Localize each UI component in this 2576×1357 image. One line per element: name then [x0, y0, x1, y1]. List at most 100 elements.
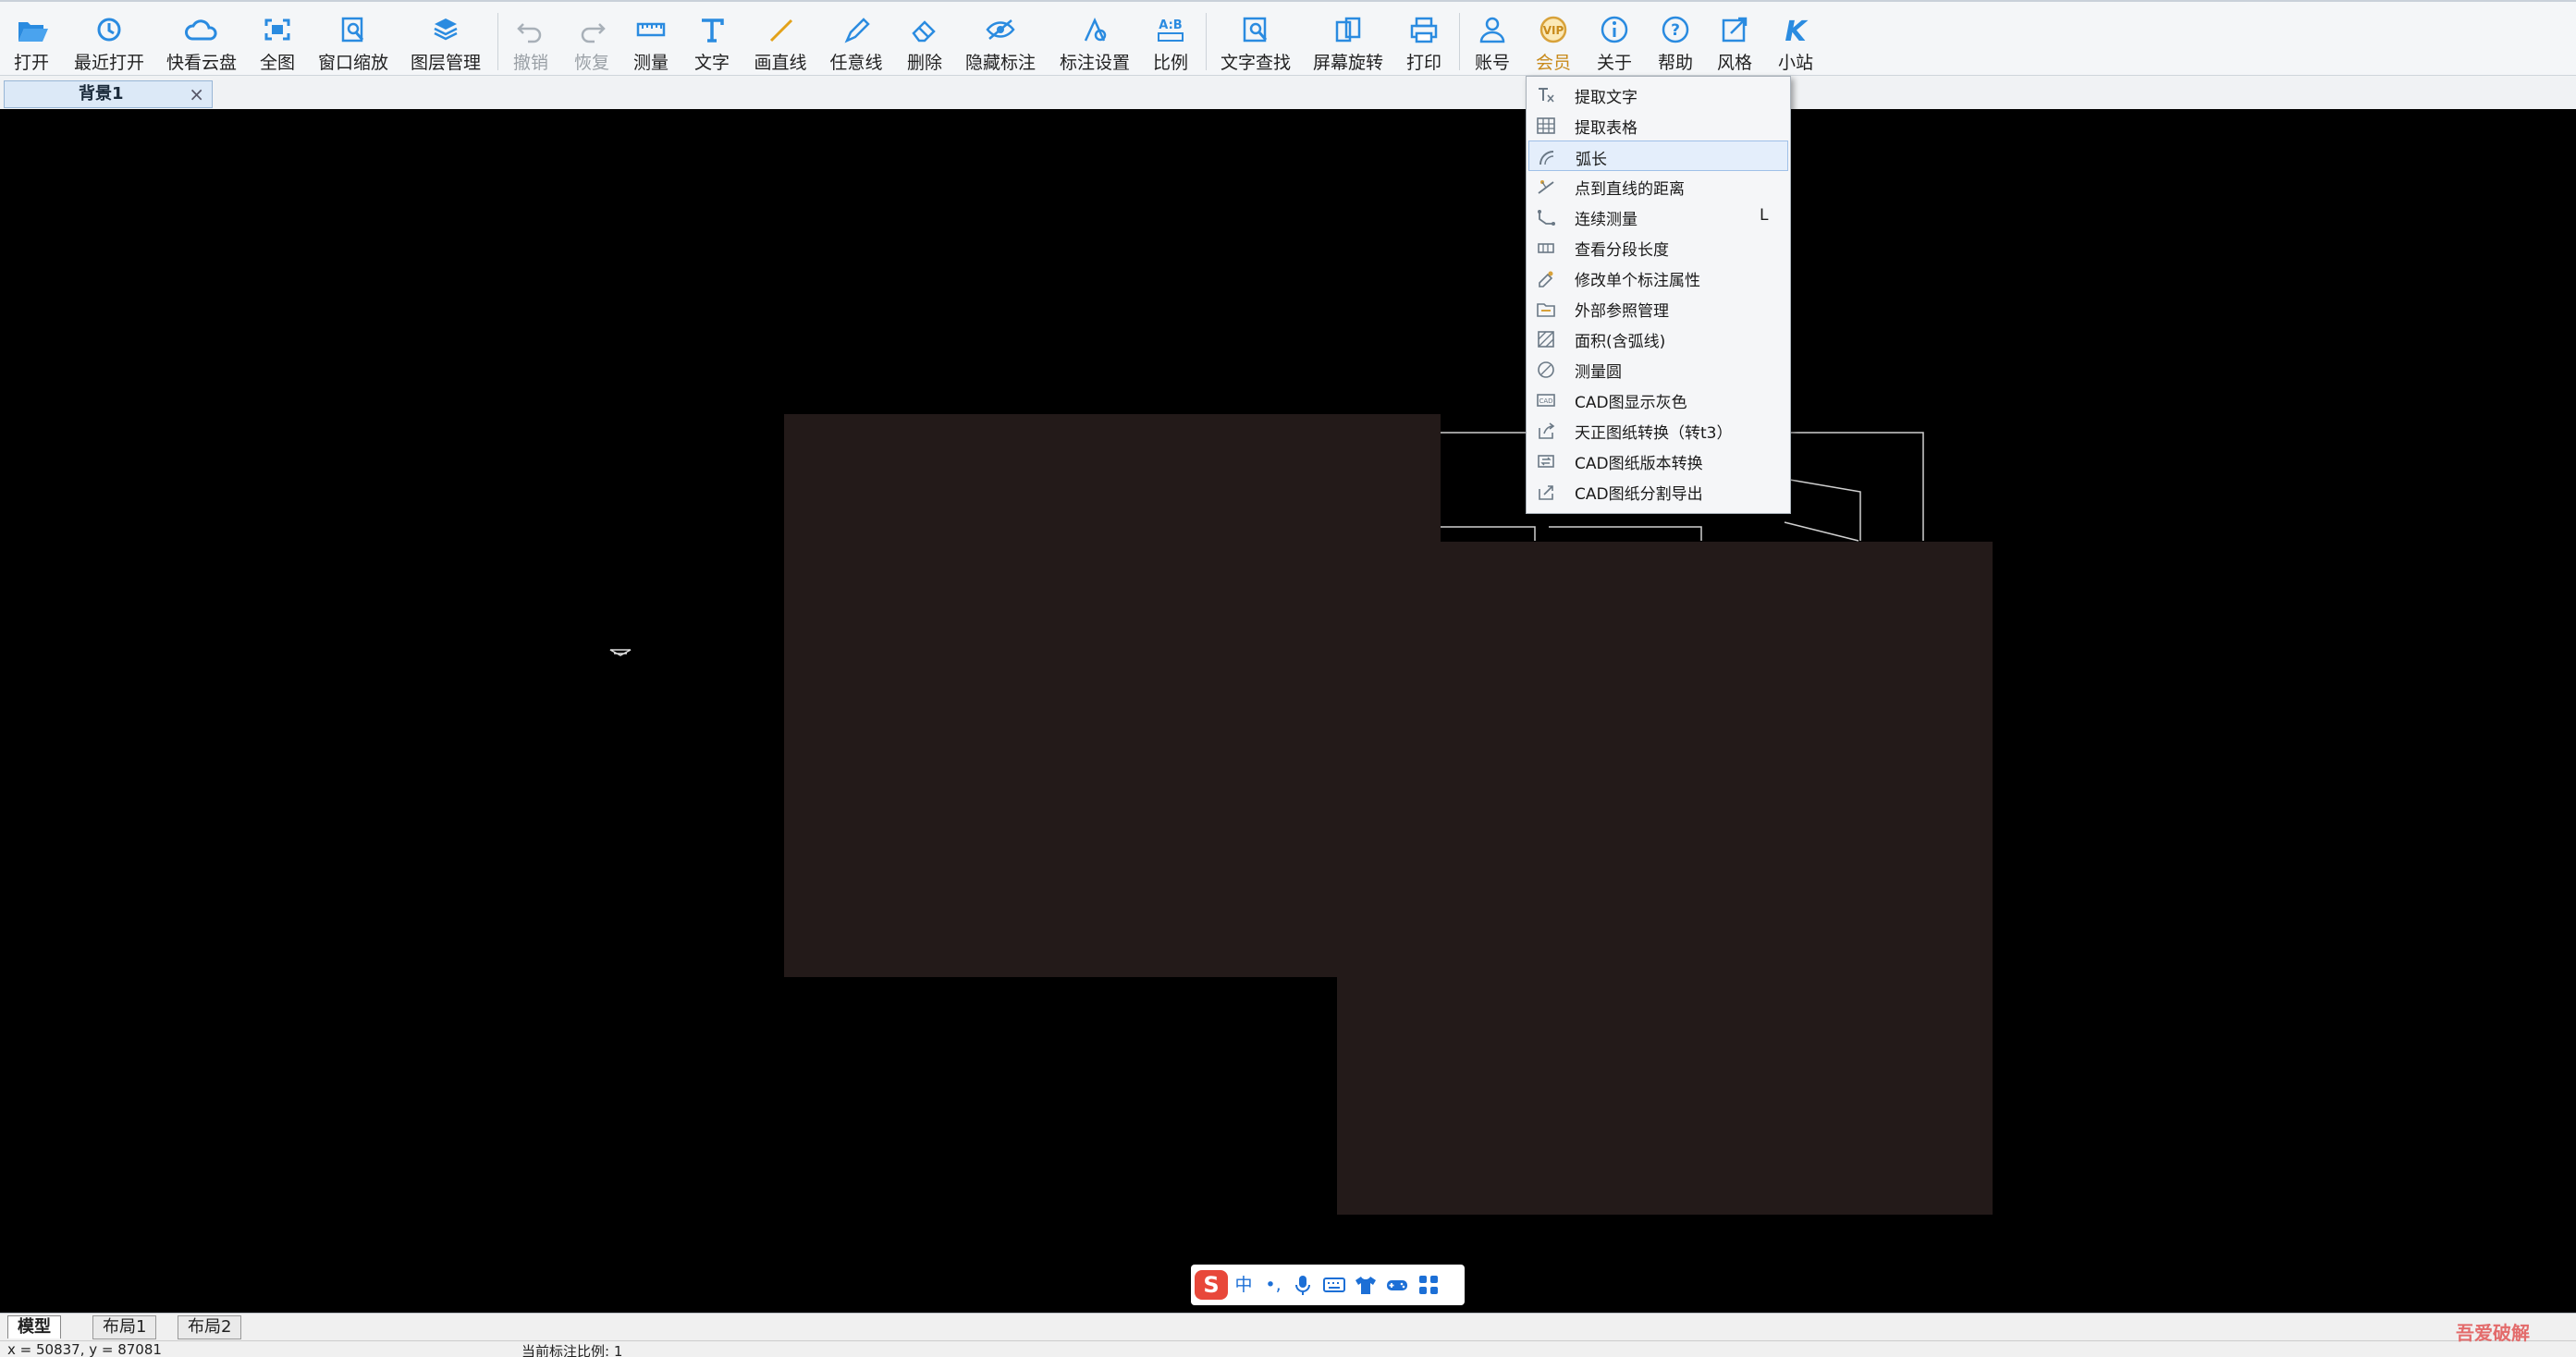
menu-item-arc-length[interactable]: 弧长	[1528, 141, 1788, 171]
eye-hidden-icon	[986, 19, 1015, 40]
eraser-icon	[912, 20, 936, 43]
text-search-button[interactable]: 文字查找	[1221, 11, 1291, 74]
menu-item-extract-table[interactable]: 提取表格	[1528, 110, 1788, 141]
menu-item-version-convert[interactable]: CAD图纸版本转换	[1528, 446, 1788, 476]
mini-site-button[interactable]: K 小站	[1775, 11, 1816, 74]
cloud-icon	[185, 19, 217, 41]
account-button[interactable]: 账号	[1472, 11, 1513, 74]
tab-layout-2[interactable]: 布局2	[178, 1315, 242, 1339]
table-icon	[1537, 117, 1555, 134]
help-icon: ?	[1662, 16, 1689, 43]
user-icon	[1479, 17, 1505, 43]
menu-item-extract-text[interactable]: 提取文字	[1528, 79, 1788, 110]
k-logo-icon: K	[1785, 16, 1809, 48]
recent-button[interactable]: 最近打开	[72, 11, 146, 74]
document-tab[interactable]: 背景1 ×	[4, 80, 213, 108]
cursor-marker-icon	[609, 649, 632, 656]
cloud-button[interactable]: 快看云盘	[165, 11, 239, 74]
window-zoom-button[interactable]: 窗口缩放	[318, 11, 388, 74]
drawing-view	[609, 414, 1993, 1215]
info-icon	[1601, 16, 1628, 43]
gamepad-icon[interactable]	[1385, 1273, 1409, 1297]
text-icon	[702, 18, 724, 43]
undo-button[interactable]: 撤销	[510, 11, 551, 74]
printer-icon	[1410, 17, 1438, 43]
style-button[interactable]: 风格	[1714, 11, 1755, 74]
mark-settings-button[interactable]: 标注设置	[1060, 11, 1130, 74]
document-tab-title: 背景1	[79, 84, 124, 104]
tab-model[interactable]: 模型	[7, 1315, 61, 1339]
about-button[interactable]: 关于	[1594, 11, 1635, 74]
menu-item-tangent-convert[interactable]: 天正图纸转换（转t3）	[1528, 415, 1788, 446]
grid-icon[interactable]	[1417, 1273, 1441, 1297]
area-hatch-icon	[1538, 331, 1554, 348]
keyboard-icon[interactable]	[1322, 1273, 1346, 1297]
undo-icon	[517, 23, 542, 43]
measure-button[interactable]: 测量	[631, 11, 671, 74]
svg-text:A:B: A:B	[1159, 18, 1182, 32]
toolbar-separator	[1206, 13, 1207, 70]
folder-icon	[1537, 303, 1555, 317]
mark-settings-icon	[1084, 17, 1107, 42]
menu-shortcut: L	[1760, 206, 1769, 225]
open-button[interactable]: 打开	[9, 11, 54, 74]
line-icon	[769, 18, 793, 43]
drawing-region-upper	[784, 414, 1441, 977]
history-icon	[97, 18, 121, 42]
external-link-icon	[1722, 17, 1748, 43]
print-button[interactable]: 打印	[1404, 11, 1444, 74]
scale-icon: A:B	[1158, 18, 1184, 42]
hide-marks-button[interactable]: 隐藏标注	[965, 11, 1036, 74]
convert-export-icon	[1539, 422, 1555, 439]
ime-toolbar: S 中 •,	[1191, 1265, 1465, 1305]
menu-item-measure-circle[interactable]: 测量圆	[1528, 354, 1788, 385]
menu-item-segment-length[interactable]: 查看分段长度	[1528, 232, 1788, 263]
document-tab-bar: 背景1 ×	[0, 76, 2576, 110]
tab-layout-1[interactable]: 布局1	[92, 1315, 157, 1339]
layout-tab-bar: 模型 布局1 布局2	[0, 1313, 2576, 1341]
sogou-logo-icon[interactable]: S	[1195, 1270, 1228, 1300]
fit-all-button[interactable]: 全图	[257, 11, 298, 74]
mic-icon[interactable]	[1291, 1273, 1315, 1297]
main-toolbar: 打开 最近打开 快看云盘 全图 窗口缩放 图层管理 撤销 恢复 测量 文字 画直…	[0, 0, 2576, 76]
draw-line-button[interactable]: 画直线	[753, 11, 808, 74]
watermark-logo: 吾爱破解	[2456, 1322, 2530, 1344]
drawing-canvas[interactable]	[0, 109, 2576, 1313]
extract-text-icon	[1539, 88, 1554, 103]
menu-item-gray-display[interactable]: CAD CAD图显示灰色	[1528, 385, 1788, 415]
polyline-icon	[1538, 210, 1555, 226]
redo-button[interactable]: 恢复	[571, 11, 612, 74]
vip-button[interactable]: VIP 会员	[1533, 11, 1574, 74]
tools-dropdown-menu: 提取文字 提取表格 弧长 点到直线的距离 连续测量 L 查看分段长度 修改单个标…	[1526, 76, 1791, 514]
pen-icon	[844, 18, 870, 43]
menu-item-edit-mark[interactable]: 修改单个标注属性	[1528, 263, 1788, 293]
layers-icon	[434, 18, 458, 41]
split-export-icon	[1539, 485, 1553, 500]
ruler-icon	[636, 22, 666, 37]
help-button[interactable]: ? 帮助	[1655, 11, 1696, 74]
ime-lang-toggle[interactable]: 中	[1232, 1273, 1256, 1297]
freehand-button[interactable]: 任意线	[828, 11, 884, 74]
shirt-icon[interactable]	[1354, 1273, 1378, 1297]
layers-button[interactable]: 图层管理	[409, 11, 483, 74]
drawing-region-right	[1440, 542, 1993, 977]
arc-icon	[1539, 151, 1554, 165]
menu-item-xref[interactable]: 外部参照管理	[1528, 293, 1788, 324]
close-icon[interactable]: ×	[189, 81, 204, 107]
scale-button[interactable]: A:B 比例	[1150, 11, 1191, 74]
ime-punct-toggle[interactable]: •,	[1261, 1273, 1285, 1297]
folder-open-icon	[18, 22, 48, 42]
text-button[interactable]: 文字	[692, 11, 732, 74]
menu-item-area-arc[interactable]: 面积(含弧线)	[1528, 324, 1788, 354]
erase-button[interactable]: 删除	[904, 11, 945, 74]
drawing-region-lower	[1337, 976, 1993, 1215]
menu-item-continuous-measure[interactable]: 连续测量 L	[1528, 202, 1788, 232]
menu-item-split-export[interactable]: CAD图纸分割导出	[1528, 476, 1788, 507]
rotate-button[interactable]: 屏幕旋转	[1313, 11, 1383, 74]
toolbar-separator	[1459, 13, 1460, 70]
toolbar-separator	[497, 13, 498, 70]
menu-item-point-line-distance[interactable]: 点到直线的距离	[1528, 171, 1788, 202]
edit-mark-icon	[1539, 271, 1553, 287]
point-line-icon	[1538, 180, 1554, 194]
redo-icon	[581, 23, 606, 43]
